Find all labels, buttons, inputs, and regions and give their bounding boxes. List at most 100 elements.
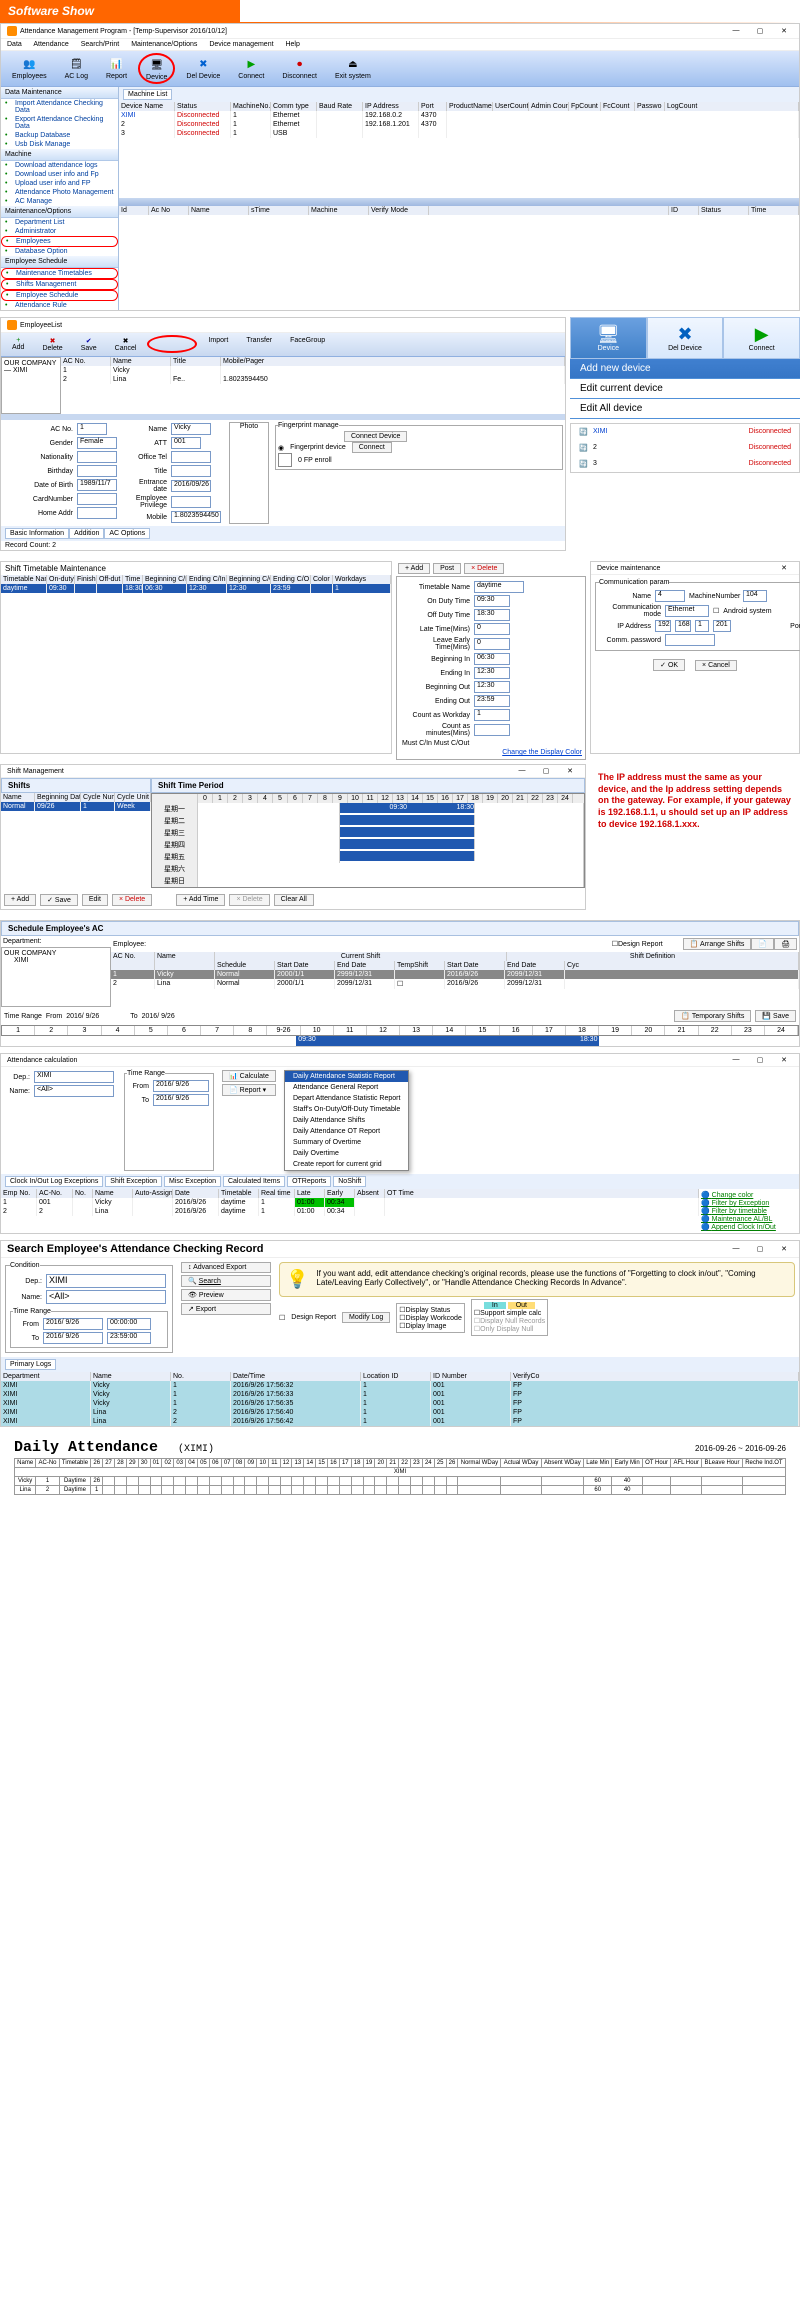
- tab-machinelist[interactable]: Machine List: [123, 89, 172, 100]
- sched-row[interactable]: 2LinaNormal2000/1/12099/12/31☐2016/9/262…: [111, 979, 799, 989]
- tb-report[interactable]: Report: [99, 53, 134, 84]
- link-append[interactable]: 🔵 Append Clock In/Out: [701, 1223, 797, 1231]
- ip2[interactable]: 168: [675, 620, 691, 632]
- log-row[interactable]: XIMILina22016/9/26 17:56:401001FP: [1, 1408, 799, 1417]
- emp-row[interactable]: 2LinaFe..1.8023594450: [61, 375, 565, 384]
- big-device[interactable]: 🖥Device: [570, 317, 647, 359]
- splitter[interactable]: [119, 198, 799, 206]
- link-changecolor[interactable]: 🔵 Change color: [701, 1191, 797, 1199]
- calc-to[interactable]: 2016/ 9/26: [153, 1094, 209, 1106]
- rpt-daily-shifts[interactable]: Daily Attendance Shifts: [285, 1115, 408, 1126]
- side-employees[interactable]: Employees: [1, 236, 118, 247]
- to-date[interactable]: 2016/ 9/26: [142, 1013, 202, 1020]
- menu-attendance[interactable]: Attendance: [33, 41, 68, 48]
- dep-select[interactable]: XIMI: [34, 1071, 114, 1083]
- tt-wd-input[interactable]: 1: [474, 709, 510, 721]
- tt-row[interactable]: daytime09:3018:3006:3012:3012:3023:591: [1, 584, 391, 593]
- sm-save[interactable]: ✓ Save: [40, 894, 78, 906]
- ip3[interactable]: 1: [695, 620, 709, 632]
- big-deldevice[interactable]: ✖Del Device: [647, 317, 724, 359]
- max-button[interactable]: ▢: [537, 767, 555, 775]
- side-usb[interactable]: Usb Disk Manage: [1, 140, 118, 149]
- menu-maint[interactable]: Maintenance/Options: [131, 41, 197, 48]
- menu-device[interactable]: Device management: [209, 41, 273, 48]
- dm-mode[interactable]: Ethernet: [665, 605, 709, 617]
- must-checkin-out[interactable]: Must C/In Must C/Out: [400, 738, 582, 749]
- rpt-daily-overtime[interactable]: Daily Overtime: [285, 1148, 408, 1159]
- export-btn[interactable]: ↗ Export: [181, 1303, 271, 1315]
- emp-add[interactable]: +Add: [5, 335, 31, 354]
- calc-row[interactable]: 1001Vicky2016/9/26daytime101:0000:34: [1, 1198, 699, 1207]
- emp-transfer[interactable]: Transfer: [239, 335, 279, 354]
- close-button[interactable]: ✕: [775, 564, 793, 572]
- tab-miscexc[interactable]: Misc Exception: [164, 1176, 221, 1187]
- log-row[interactable]: XIMIVicky12016/9/26 17:56:331001FP: [1, 1390, 799, 1399]
- device-row[interactable]: 3Disconnected1USB: [119, 129, 799, 138]
- att-input[interactable]: 001: [171, 437, 201, 449]
- calc-row[interactable]: 22Lina2016/9/26daytime101:0000:34: [1, 1207, 699, 1216]
- tb-deldevice[interactable]: Del Device: [179, 53, 227, 84]
- emp-facegroup[interactable]: FaceGroup: [283, 335, 332, 354]
- side-import[interactable]: Import Attendance Checking Data: [1, 99, 118, 115]
- tab-acopt[interactable]: AC Options: [104, 528, 150, 539]
- max-button[interactable]: ▢: [751, 1056, 769, 1064]
- adv-export-btn[interactable]: ↕ Advanced Export: [181, 1262, 271, 1273]
- menu-data[interactable]: Data: [7, 41, 22, 48]
- report-btn[interactable]: 📄 Report ▾: [222, 1084, 276, 1096]
- sm-deltime[interactable]: × Delete: [229, 894, 269, 906]
- tel-input[interactable]: [171, 451, 211, 463]
- mobile-input[interactable]: 1.8023594450: [171, 511, 221, 523]
- dd-add[interactable]: Add new device: [570, 359, 800, 379]
- rpt-create[interactable]: Create report for current grid: [285, 1159, 408, 1170]
- tt-name-input[interactable]: daytime: [474, 581, 524, 593]
- close-button[interactable]: ✕: [775, 1056, 793, 1064]
- sr-from-t[interactable]: 00:00:00: [107, 1318, 151, 1330]
- title-input[interactable]: [171, 465, 211, 477]
- fp-radio[interactable]: ◉: [278, 444, 284, 452]
- sr-to-t[interactable]: 23:59:00: [107, 1332, 151, 1344]
- sm-addtime[interactable]: + Add Time: [176, 894, 225, 906]
- tt-offduty-input[interactable]: 18:30: [474, 609, 510, 621]
- tab-noshift[interactable]: NoShift: [333, 1176, 366, 1187]
- arrange-btn[interactable]: 📋 Arrange Shifts: [683, 938, 752, 950]
- nat-input[interactable]: [77, 451, 117, 463]
- big-connect[interactable]: ▶Connect: [723, 317, 800, 359]
- ip4[interactable]: 201: [713, 620, 731, 632]
- dm-pwd[interactable]: [665, 634, 715, 646]
- addr-input[interactable]: [77, 507, 117, 519]
- ac-input[interactable]: 1: [77, 423, 107, 435]
- menu-search[interactable]: Search/Print: [81, 41, 120, 48]
- calc-btn[interactable]: 📊 Calculate: [222, 1070, 276, 1082]
- entr-input[interactable]: 2016/09/26: [171, 480, 211, 492]
- link-maintalbl[interactable]: 🔵 Maintenance AL/BL: [701, 1215, 797, 1223]
- tb-employees[interactable]: Employees: [5, 53, 54, 84]
- log-row[interactable]: XIMILina22016/9/26 17:56:421001FP: [1, 1417, 799, 1426]
- rpt-daily-stat[interactable]: Daily Attendance Statistic Report: [285, 1071, 408, 1082]
- log-row[interactable]: XIMIVicky12016/9/26 17:56:351001FP: [1, 1399, 799, 1408]
- sr-dep[interactable]: XIMI: [46, 1274, 166, 1288]
- dm-mn[interactable]: 104: [743, 590, 767, 602]
- tt-late-input[interactable]: 0: [474, 623, 510, 635]
- sr-from-d[interactable]: 2016/ 9/26: [43, 1318, 103, 1330]
- side-dbopt[interactable]: Database Option: [1, 247, 118, 256]
- emp-save[interactable]: ✔Save: [74, 335, 104, 354]
- dob-input[interactable]: 1989/11/7: [77, 479, 117, 491]
- design-check[interactable]: ☐: [279, 1314, 285, 1322]
- emp-row[interactable]: 1Vicky: [61, 366, 565, 375]
- side-attrule[interactable]: Attendance Rule: [1, 301, 118, 310]
- min-button[interactable]: —: [513, 767, 531, 775]
- emp-import[interactable]: Import: [201, 335, 235, 354]
- export-btn[interactable]: 📄: [751, 938, 774, 950]
- connect-btn[interactable]: Connect: [352, 442, 392, 453]
- sr-name[interactable]: <All>: [46, 1290, 166, 1304]
- rpt-staff-onoff[interactable]: Staff's On-Duty/Off-Duty Timetable: [285, 1104, 408, 1115]
- rpt-depart[interactable]: Depart Attendance Statistic Report: [285, 1093, 408, 1104]
- tt-eout-input[interactable]: 23:59: [474, 695, 510, 707]
- name-select[interactable]: <All>: [34, 1085, 114, 1097]
- connect-device-btn[interactable]: Connect Device: [344, 431, 407, 442]
- print-btn[interactable]: 🖨: [774, 938, 797, 950]
- search-btn[interactable]: 🔍 Search: [181, 1275, 271, 1287]
- modify-log-btn[interactable]: Modify Log: [342, 1312, 390, 1323]
- android-check[interactable]: ☐: [713, 607, 719, 615]
- card-input[interactable]: [77, 493, 117, 505]
